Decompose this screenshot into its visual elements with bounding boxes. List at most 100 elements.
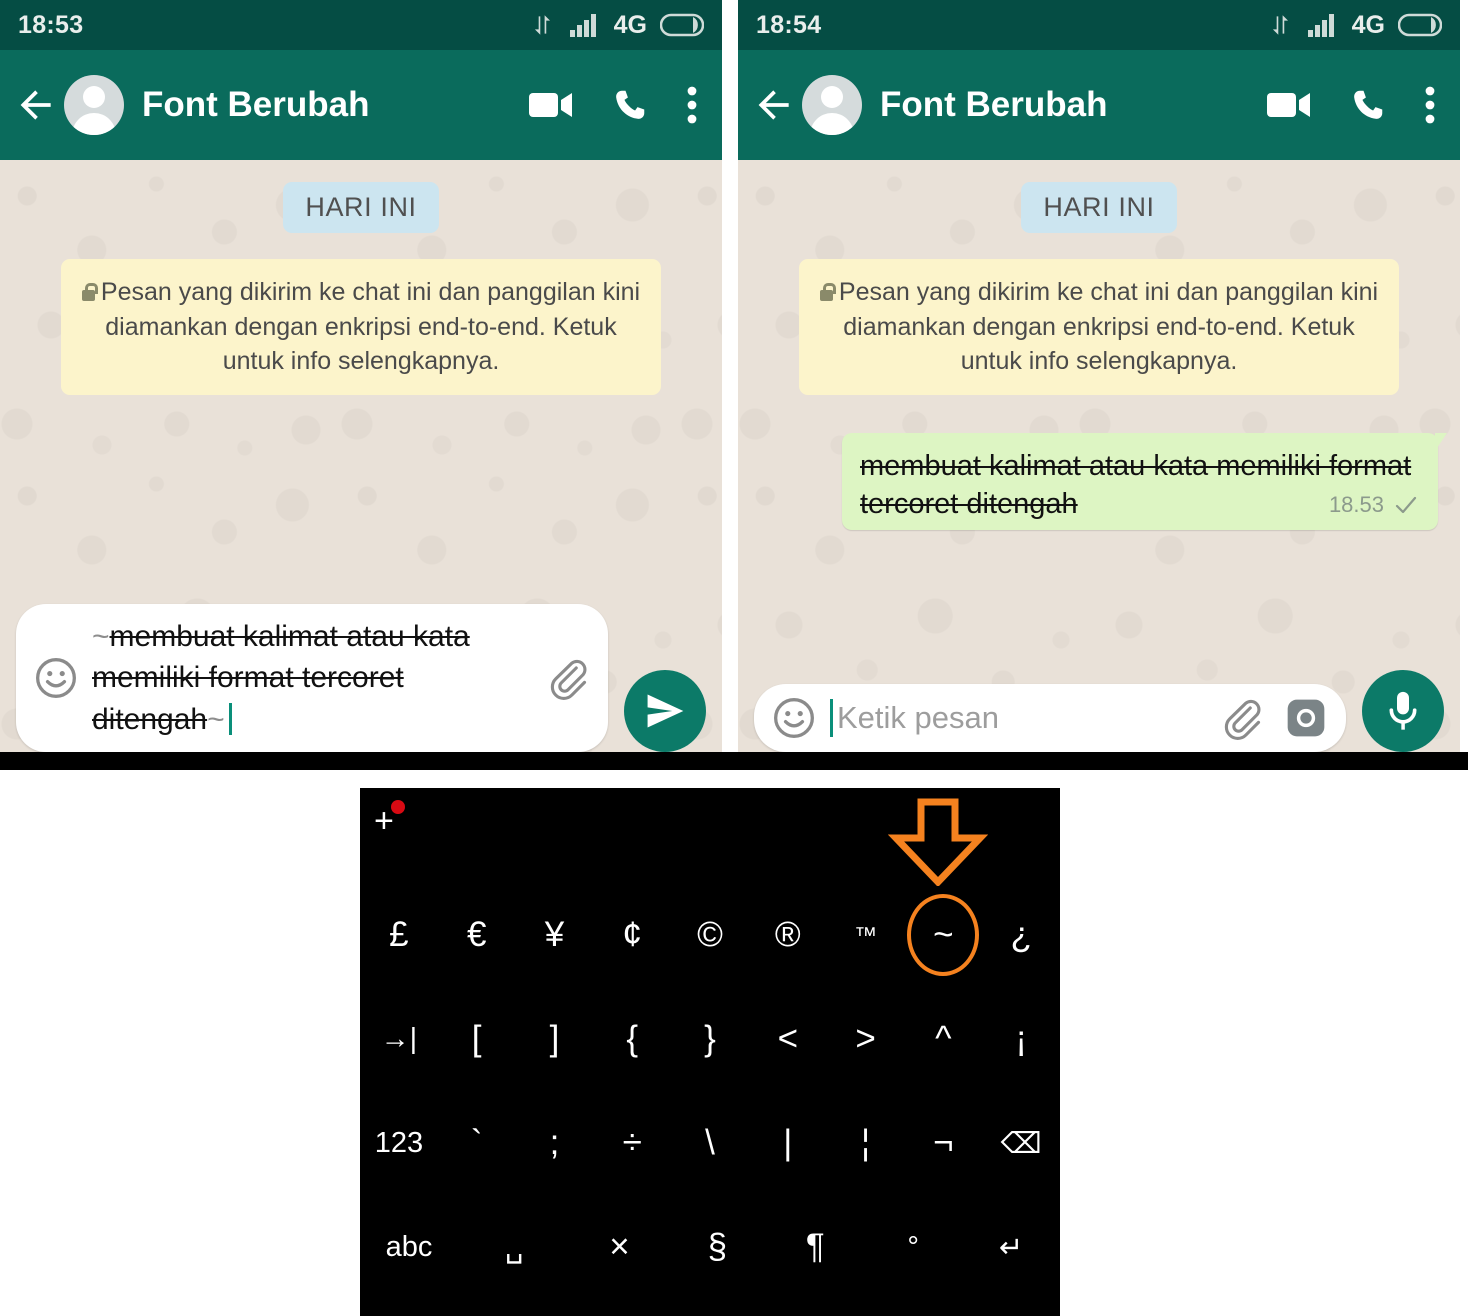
lock-icon — [81, 283, 98, 301]
key-pilcrow[interactable]: ¶ — [766, 1227, 864, 1267]
key-space[interactable]: ␣ — [458, 1230, 571, 1265]
overflow-menu-icon[interactable] — [686, 85, 698, 125]
video-call-icon[interactable] — [1266, 88, 1312, 122]
tilde-suffix: ~ — [207, 702, 225, 736]
key-backspace[interactable]: ⌫ — [982, 1126, 1060, 1161]
key-backslash[interactable]: \ — [671, 1123, 749, 1163]
back-arrow-icon[interactable] — [14, 83, 58, 127]
typed-body: membuat kalimat atau kata memiliki forma… — [92, 619, 470, 736]
key-inverted-question[interactable]: ¿ — [982, 915, 1060, 955]
battery-icon — [660, 13, 704, 37]
overflow-menu-icon[interactable] — [1424, 85, 1436, 125]
key-tab[interactable]: →| — [360, 1023, 438, 1056]
key-tilde[interactable]: ~ — [904, 894, 982, 976]
key-numeric-layout[interactable]: 123 — [360, 1127, 438, 1160]
key-bracket-right[interactable]: ] — [516, 1019, 594, 1059]
back-arrow-icon[interactable] — [752, 83, 796, 127]
key-alpha-layout[interactable]: abc — [360, 1231, 458, 1264]
chat-body-left: HARI INI Pesan yang dikirim ke chat ini … — [0, 160, 722, 770]
bottom-black-bar — [0, 752, 1468, 770]
send-button[interactable] — [624, 670, 706, 752]
key-brace-right[interactable]: } — [671, 1019, 749, 1059]
encryption-notice[interactable]: Pesan yang dikirim ke chat ini dan pangg… — [799, 259, 1399, 395]
key-divide[interactable]: ÷ — [593, 1123, 671, 1163]
new-badge-dot — [390, 800, 405, 814]
mic-icon — [1389, 691, 1417, 730]
day-divider-chip: HARI INI — [283, 182, 439, 233]
key-not-sign[interactable]: ¬ — [904, 1123, 982, 1163]
key-inverted-exclamation[interactable]: ¡ — [982, 1019, 1060, 1059]
encryption-notice[interactable]: Pesan yang dikirim ke chat ini dan pangg… — [61, 259, 661, 395]
video-call-icon[interactable] — [528, 88, 574, 122]
tilde-prefix: ~ — [92, 619, 110, 653]
phone-screenshot-right: 18:54 4G Font Berubah HARI INI Pesan yan… — [738, 0, 1460, 770]
key-registered[interactable]: ® — [749, 915, 827, 955]
camera-icon[interactable] — [1284, 696, 1328, 740]
key-pipe[interactable]: | — [749, 1123, 827, 1163]
emoji-icon[interactable] — [772, 696, 816, 740]
key-brace-left[interactable]: { — [593, 1019, 671, 1059]
status-bar-right: 18:54 4G — [738, 0, 1460, 50]
send-icon — [647, 694, 684, 728]
message-input-text[interactable]: ~membuat kalimat atau kata memiliki form… — [92, 616, 534, 740]
day-divider-chip: HARI INI — [1021, 182, 1177, 233]
avatar-body — [72, 113, 116, 135]
app-bar-actions — [1266, 85, 1446, 125]
encryption-notice-text: Pesan yang dikirim ke chat ini dan pangg… — [100, 278, 641, 375]
outgoing-message-bubble[interactable]: membuat kalimat atau kata memiliki forma… — [842, 432, 1447, 530]
avatar[interactable] — [802, 75, 862, 135]
key-backtick[interactable]: ` — [438, 1123, 516, 1163]
mic-button[interactable] — [1362, 670, 1444, 752]
annotation-arrow-down-icon — [888, 798, 988, 886]
phone-screenshot-left: 18:53 4G Font Berubah HARI INI Pesan yan… — [0, 0, 722, 770]
app-bar-left: Font Berubah — [0, 50, 722, 160]
attach-icon[interactable] — [546, 656, 590, 700]
avatar-head — [83, 86, 105, 108]
attach-icon[interactable] — [1220, 696, 1264, 740]
status-bar-left: 18:53 4G — [0, 0, 722, 50]
voice-call-icon[interactable] — [612, 87, 648, 123]
key-bracket-left[interactable]: [ — [438, 1019, 516, 1059]
key-multiply[interactable]: × — [571, 1227, 669, 1267]
key-yen[interactable]: ¥ — [516, 915, 594, 955]
keyboard-row-3: 123 ` ; ÷ \ | ¦ ¬ ⌫ — [360, 1091, 1060, 1195]
key-less-than[interactable]: < — [749, 1019, 827, 1059]
status-indicators: 4G — [1268, 11, 1442, 40]
message-input-field[interactable]: Ketik pesan — [830, 699, 1208, 737]
message-input-container[interactable]: ~membuat kalimat atau kata memiliki form… — [16, 603, 608, 752]
status-time: 18:53 — [18, 10, 84, 39]
keyboard-row-1: £ € ¥ ¢ © ® ™ ~ ¿ — [360, 883, 1060, 987]
avatar[interactable] — [64, 75, 124, 135]
voice-call-icon[interactable] — [1350, 87, 1386, 123]
message-input-container[interactable]: Ketik pesan — [754, 684, 1346, 752]
lock-icon — [819, 283, 836, 301]
keyboard-row-2: →| [ ] { } < > ^ ¡ — [360, 987, 1060, 1091]
emoji-icon[interactable] — [34, 656, 78, 700]
key-section[interactable]: § — [668, 1227, 766, 1267]
key-tilde-highlight: ~ — [907, 894, 980, 976]
message-input-placeholder: Ketik pesan — [837, 700, 999, 735]
key-enter[interactable]: ↵ — [962, 1230, 1060, 1265]
key-semicolon[interactable]: ; — [516, 1123, 594, 1163]
message-timestamp: 18.53 — [1328, 491, 1384, 517]
page-title[interactable]: Font Berubah — [142, 85, 369, 125]
keyboard-plus-button[interactable]: + — [374, 800, 405, 838]
keyboard-row-4: abc ␣ × § ¶ ° ↵ — [360, 1195, 1060, 1299]
key-trademark[interactable]: ™ — [827, 922, 905, 949]
data-transfer-icon — [1272, 15, 1288, 35]
right-whitespace — [1060, 770, 1468, 1316]
key-degree[interactable]: ° — [864, 1231, 962, 1264]
key-euro[interactable]: € — [438, 915, 516, 955]
status-time: 18:54 — [756, 10, 822, 39]
key-cent[interactable]: ¢ — [593, 915, 671, 955]
input-action-icons — [546, 656, 590, 700]
key-pound[interactable]: £ — [360, 915, 438, 955]
keyboard-rows: £ € ¥ ¢ © ® ™ ~ ¿ →| [ ] { } < > ^ ¡ 123… — [360, 883, 1060, 1299]
key-copyright[interactable]: © — [671, 915, 749, 955]
key-greater-than[interactable]: > — [827, 1019, 905, 1059]
key-broken-bar[interactable]: ¦ — [827, 1123, 905, 1163]
key-caret[interactable]: ^ — [904, 1019, 982, 1059]
page-title[interactable]: Font Berubah — [880, 85, 1107, 125]
composer-left: ~membuat kalimat atau kata memiliki form… — [0, 603, 722, 752]
app-bar-actions — [528, 85, 708, 125]
